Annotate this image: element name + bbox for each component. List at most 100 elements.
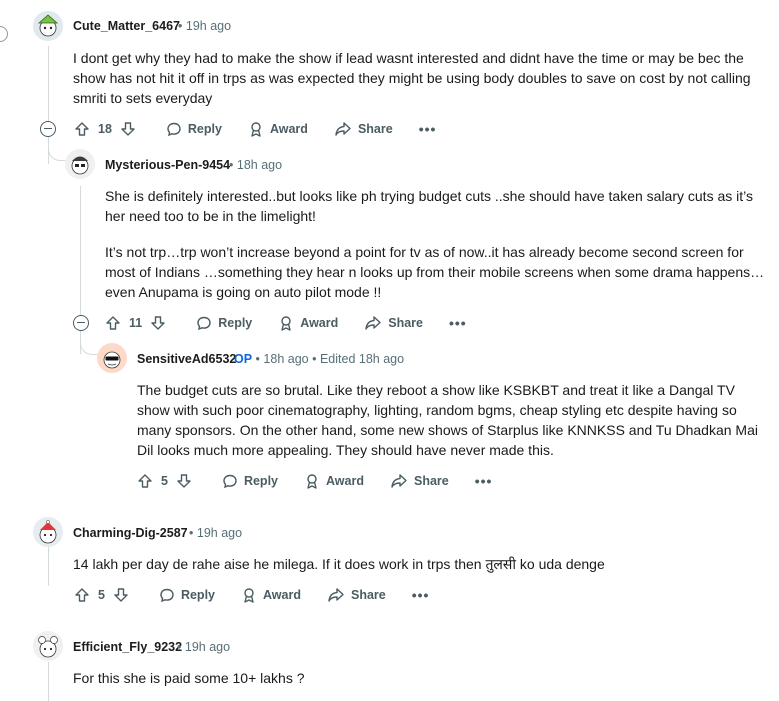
reply-label: Reply [218, 316, 253, 330]
comment-time[interactable]: 18h ago [237, 158, 282, 172]
reply-icon [167, 122, 181, 137]
reply-button[interactable]: Reply [222, 473, 278, 489]
more-options-button[interactable]: ••• [449, 315, 467, 331]
comment-paragraph: For this she is paid some 10+ lakhs ? [73, 670, 305, 686]
award-icon [307, 474, 317, 489]
vote-group: 11 [105, 315, 166, 331]
upvote-icon[interactable] [105, 315, 121, 331]
comment-author[interactable]: Mysterious-Pen-9454 [105, 158, 230, 172]
comment-actions: 11 Reply Award Share ••• [105, 311, 467, 335]
separator: • [312, 352, 317, 366]
comment-meta: • 19h ago [178, 19, 231, 33]
share-label: Share [388, 316, 423, 330]
avatar-icon [39, 520, 57, 544]
comment-time[interactable]: 18h ago [263, 352, 308, 366]
vote-count: 5 [98, 588, 105, 602]
reply-button[interactable]: Reply [196, 315, 252, 331]
comment-body: The budget cuts are so brutal. Like they… [137, 380, 762, 460]
comment-author[interactable]: Cute_Matter_6467 [73, 19, 180, 33]
separator: • [178, 19, 183, 33]
more-options-button[interactable]: ••• [419, 121, 437, 137]
share-button[interactable]: Share [390, 473, 449, 489]
comment-meta: • 19h ago [177, 640, 230, 654]
comment-meta: • 18h ago [229, 158, 282, 172]
avatar[interactable] [33, 631, 63, 661]
comment-body: For this she is paid some 10+ lakhs ? [73, 668, 763, 688]
comment-author[interactable]: Efficient_Fly_9232 [73, 640, 182, 654]
comment-body: 14 lakh per day de rahe aise he milega. … [73, 554, 763, 574]
downvote-icon[interactable] [150, 315, 166, 331]
share-button[interactable]: Share [364, 315, 423, 331]
share-icon [328, 588, 344, 602]
thread-line [48, 46, 49, 122]
comment-paragraph: She is definitely interested..but looks … [105, 188, 753, 224]
award-button[interactable]: Award [304, 473, 364, 489]
more-options-button[interactable]: ••• [412, 587, 430, 603]
more-options-button[interactable]: ••• [475, 473, 493, 489]
award-button[interactable]: Award [248, 121, 308, 137]
collapse-button[interactable] [73, 315, 89, 331]
vote-group: 5 [74, 587, 129, 603]
reply-icon [160, 588, 174, 603]
share-label: Share [357, 122, 393, 136]
share-icon [365, 316, 381, 330]
avatar-icon [103, 351, 121, 369]
avatar-icon [37, 14, 59, 37]
award-icon [244, 588, 254, 603]
separator: • [189, 526, 194, 540]
reply-button[interactable]: Reply [159, 587, 215, 603]
share-label: Share [413, 474, 449, 488]
upvote-icon[interactable] [74, 121, 90, 137]
comment-time[interactable]: 19h ago [197, 526, 242, 540]
comment-actions: 5 Reply Award Share ••• [74, 583, 429, 607]
award-button[interactable]: Award [241, 587, 301, 603]
reply-icon [197, 316, 211, 331]
comment-author[interactable]: SensitiveAd6532 [137, 352, 236, 366]
reply-label: Reply [243, 474, 278, 488]
comment-meta: • 19h ago [189, 526, 242, 540]
award-label: Award [300, 316, 339, 330]
award-label: Award [263, 588, 301, 602]
share-icon [335, 122, 351, 136]
op-badge: OP [234, 352, 253, 366]
comment-time[interactable]: 19h ago [186, 19, 231, 33]
vote-count: 5 [161, 474, 168, 488]
separator: • [177, 640, 182, 654]
downvote-icon[interactable] [176, 473, 192, 489]
thread-line [80, 186, 81, 316]
share-label: Share [350, 588, 386, 602]
edited-label: Edited 18h ago [319, 352, 405, 366]
avatar-icon [38, 636, 58, 658]
avatar[interactable] [65, 149, 95, 179]
vote-group: 18 [74, 121, 136, 137]
reply-button[interactable]: Reply [166, 121, 222, 137]
reply-icon [223, 474, 237, 489]
separator: • [229, 158, 234, 172]
avatar[interactable] [33, 517, 63, 547]
downvote-icon[interactable] [120, 121, 136, 137]
award-label: Award [269, 122, 308, 136]
separator: • [255, 352, 260, 366]
award-label: Award [326, 474, 364, 488]
share-button[interactable]: Share [327, 587, 386, 603]
avatar[interactable] [33, 11, 63, 41]
comment-actions: 18 Reply Award Share ••• [74, 117, 436, 141]
comment-paragraph: It’s not trp…trp won’t increase beyond a… [105, 244, 765, 300]
comment-paragraph: The budget cuts are so brutal. Like they… [137, 382, 758, 458]
comment-meta: OP • 18h ago • Edited 18h ago [234, 352, 404, 366]
comment-author[interactable]: Charming-Dig-2587 [73, 526, 188, 540]
vote-count: 11 [129, 316, 143, 330]
vote-count: 18 [98, 122, 112, 136]
share-button[interactable]: Share [334, 121, 393, 137]
upvote-icon[interactable] [74, 587, 90, 603]
avatar[interactable] [97, 343, 127, 373]
comment-actions: 5 Reply Award Share ••• [137, 469, 492, 493]
collapse-button[interactable] [40, 121, 56, 137]
thread-line [48, 546, 49, 586]
upvote-icon[interactable] [137, 473, 153, 489]
comment-time[interactable]: 19h ago [185, 640, 230, 654]
downvote-icon[interactable] [113, 587, 129, 603]
collapse-icon[interactable] [0, 26, 8, 42]
award-button[interactable]: Award [278, 315, 338, 331]
share-icon [391, 474, 407, 488]
